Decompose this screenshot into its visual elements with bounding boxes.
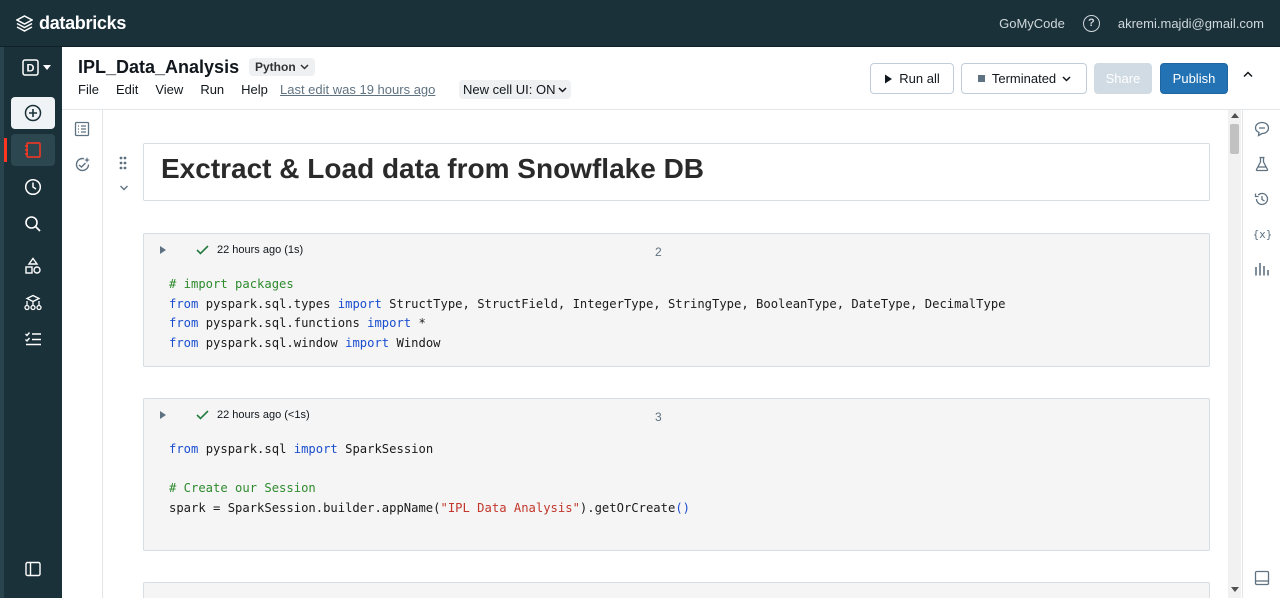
- language-selector[interactable]: Python: [249, 58, 315, 76]
- notebook-side-toolbar: [62, 110, 103, 598]
- catalog-icon: [25, 257, 41, 274]
- cluster-selector[interactable]: Terminated: [961, 63, 1087, 94]
- chevron-down-icon: [300, 64, 309, 70]
- collapse-header-icon[interactable]: [1242, 70, 1254, 78]
- collapse-section-icon[interactable]: [119, 184, 129, 192]
- cell-run-status: 22 hours ago (<1s): [217, 409, 310, 421]
- table-of-contents-icon[interactable]: [74, 121, 90, 137]
- menu-file[interactable]: File: [78, 82, 99, 97]
- markdown-cell[interactable]: Exctract & Load data from Snowflake DB: [143, 143, 1210, 201]
- notebook-content: Exctract & Load data from Snowflake DB 2…: [103, 110, 1228, 598]
- language-label: Python: [255, 60, 296, 74]
- user-menu[interactable]: akremi.majdi@gmail.com: [1118, 16, 1264, 31]
- stop-square-icon: [977, 75, 985, 82]
- clock-icon: [24, 178, 42, 196]
- brand-name: databricks: [39, 13, 127, 33]
- code-line-3: # Create our Session: [169, 481, 316, 495]
- bar-chart-icon[interactable]: [1254, 261, 1270, 277]
- databricks-logo[interactable]: databricks: [16, 13, 126, 34]
- sidebar-item-search[interactable]: [11, 208, 55, 240]
- top-bar: databricks GoMyCode ? akremi.majdi@gmail…: [0, 0, 1280, 47]
- comments-icon[interactable]: [1254, 121, 1270, 137]
- right-toolbar: {x}: [1242, 110, 1280, 598]
- sidebar-item-catalog[interactable]: [11, 250, 55, 282]
- section-heading: Exctract & Load data from Snowflake DB: [161, 153, 705, 184]
- sidebar-toggle[interactable]: [11, 553, 55, 585]
- new-cell-ui-toggle[interactable]: New cell UI: ON: [459, 80, 572, 99]
- cell-run-status: 22 hours ago (1s): [217, 244, 304, 256]
- workflows-icon: [24, 294, 42, 311]
- chevron-down-icon: [1062, 75, 1071, 82]
- version-history-icon[interactable]: [1254, 191, 1270, 207]
- menu-help[interactable]: Help: [241, 82, 268, 97]
- code-line-4: from pyspark.sql.window import Window: [169, 335, 441, 350]
- sidebar-toggle-icon: [25, 561, 41, 577]
- left-navigation: D: [0, 47, 62, 598]
- code-line-3: from pyspark.sql.functions import *: [169, 316, 426, 330]
- sidebar-item-workspace[interactable]: [4, 134, 55, 166]
- code-cell[interactable]: [143, 582, 1210, 598]
- notebook-icon: [25, 142, 41, 158]
- run-cell-icon[interactable]: [160, 411, 166, 419]
- cell-number: 3: [655, 410, 662, 424]
- checklist-icon: [25, 332, 41, 346]
- scroll-down-arrow[interactable]: [1231, 587, 1239, 592]
- scroll-thumb[interactable]: [1230, 124, 1239, 154]
- code-line-4: spark = SparkSession.builder.appName("IP…: [169, 500, 690, 515]
- check-icon: [196, 410, 209, 420]
- sidebar-item-tasks[interactable]: [11, 323, 55, 355]
- databricks-logo-icon: [16, 15, 33, 32]
- menu-edit[interactable]: Edit: [116, 82, 138, 97]
- notebook-header: IPL_Data_Analysis Python File Edit View …: [62, 47, 1280, 110]
- workspace-name[interactable]: GoMyCode: [999, 16, 1065, 31]
- code-cell[interactable]: 22 hours ago (<1s) 3 from pyspark.sql im…: [143, 398, 1210, 551]
- scrollbar[interactable]: [1228, 110, 1241, 598]
- publish-button[interactable]: Publish: [1160, 63, 1228, 94]
- new-cell-ui-label: New cell UI: ON: [463, 82, 556, 97]
- variables-icon[interactable]: {x}: [1254, 226, 1271, 242]
- run-all-button[interactable]: Run all: [870, 63, 954, 94]
- code-line-1: # import packages: [169, 277, 294, 291]
- plus-circle-icon: [24, 104, 42, 122]
- code-cell[interactable]: 22 hours ago (1s) 2 # import packages fr…: [143, 233, 1210, 367]
- code-line-2: from pyspark.sql.types import StructType…: [169, 296, 1006, 311]
- cell-number: 2: [655, 245, 662, 259]
- drag-handle-icon[interactable]: [119, 156, 127, 170]
- svg-text:D: D: [27, 63, 35, 75]
- code-editor[interactable]: from pyspark.sql import SparkSession # C…: [169, 440, 690, 518]
- notebook-title[interactable]: IPL_Data_Analysis: [78, 57, 239, 78]
- svg-text:{x}: {x}: [1254, 228, 1271, 241]
- sidebar-item-recents[interactable]: [11, 171, 55, 203]
- chevron-down-icon: [43, 64, 51, 70]
- code-line-1: from pyspark.sql import SparkSession: [169, 442, 434, 456]
- new-button[interactable]: [11, 97, 55, 129]
- chevron-down-icon: [558, 86, 567, 93]
- run-cell-icon[interactable]: [160, 246, 166, 254]
- workspace-switcher[interactable]: D: [22, 59, 51, 76]
- share-button[interactable]: Share: [1094, 63, 1152, 94]
- check-icon: [196, 245, 209, 255]
- scroll-up-arrow[interactable]: [1231, 113, 1239, 118]
- panel-toggle-icon[interactable]: [1254, 570, 1270, 586]
- assistant-icon[interactable]: [74, 156, 91, 173]
- sidebar-item-workflows[interactable]: [11, 287, 55, 319]
- cluster-state-label: Terminated: [991, 71, 1057, 86]
- run-all-label: Run all: [899, 71, 940, 86]
- code-editor[interactable]: # import packages from pyspark.sql.types…: [169, 275, 1006, 353]
- last-edit-link[interactable]: Last edit was 19 hours ago: [280, 82, 435, 97]
- search-icon: [25, 216, 41, 232]
- help-icon[interactable]: ?: [1082, 15, 1100, 32]
- notebook-menu: File Edit View Run Help: [78, 82, 285, 97]
- experiment-icon[interactable]: [1254, 156, 1270, 172]
- menu-run[interactable]: Run: [200, 82, 224, 97]
- play-icon: [885, 74, 893, 83]
- menu-view[interactable]: View: [155, 82, 183, 97]
- workspace-switcher-icon: D: [22, 59, 39, 76]
